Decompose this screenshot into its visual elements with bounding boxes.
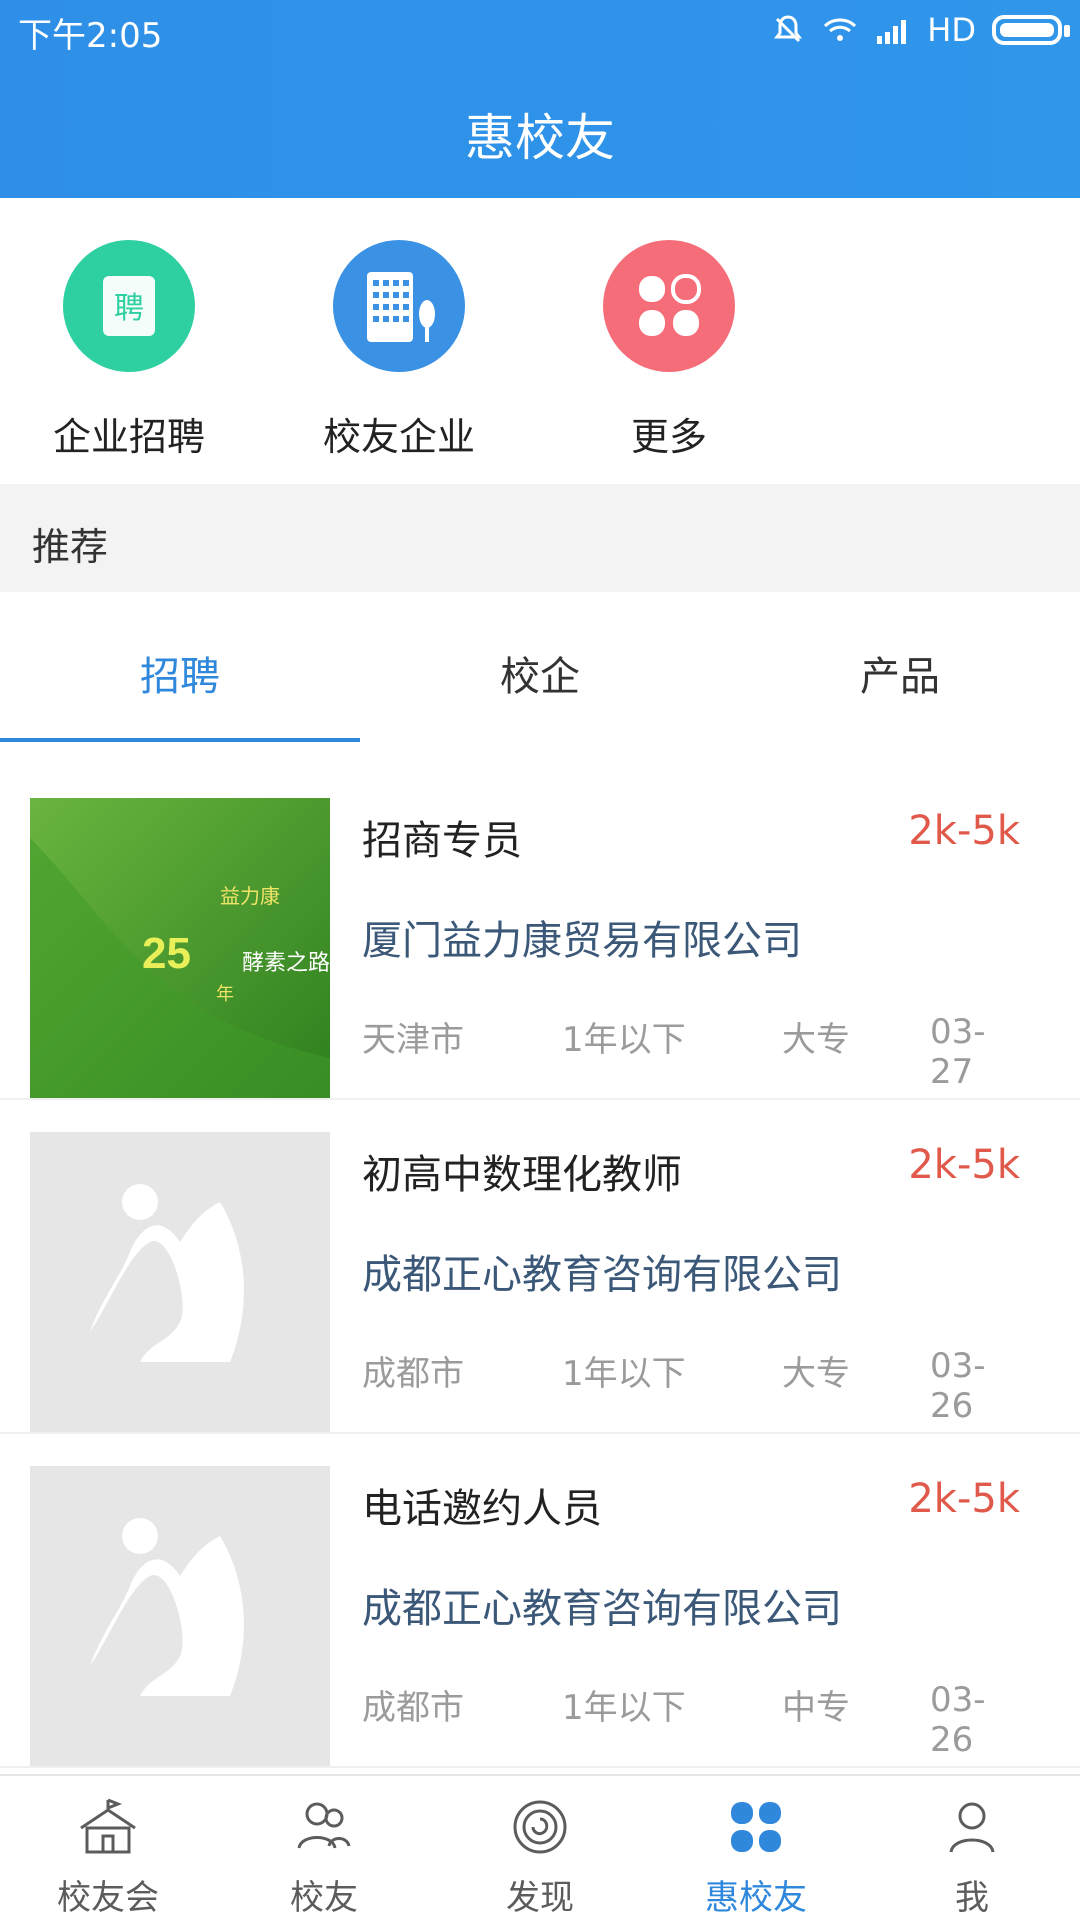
svg-text:聘: 聘 xyxy=(114,292,144,325)
job-salary: 2k-5k xyxy=(908,808,1020,854)
page-title: 惠校友 xyxy=(465,109,615,167)
thumb-text-4: 酵素之路 xyxy=(242,950,330,975)
job-list-item[interactable]: 初高中数理化教师 2k-5k 成都正心教育咨询有限公司 成都市 1年以下 大专 … xyxy=(0,1102,1080,1434)
thumb-text-1: 益力康 xyxy=(220,885,280,908)
quick-action-recruit[interactable]: 聘 企业招聘 xyxy=(14,240,244,461)
job-date: 03-26 xyxy=(930,1680,986,1760)
battery-icon xyxy=(992,15,1070,45)
job-experience: 1年以下 xyxy=(562,1354,686,1394)
company-name[interactable]: 成都正心教育咨询有限公司 xyxy=(362,1242,842,1300)
tab-recruit[interactable]: 招聘 xyxy=(0,644,360,702)
job-experience: 1年以下 xyxy=(562,1020,686,1060)
discover-icon xyxy=(513,1800,567,1854)
wifi-icon xyxy=(824,18,857,41)
profile-icon xyxy=(949,1802,995,1853)
job-title: 初高中数理化教师 xyxy=(362,1152,682,1198)
job-salary: 2k-5k xyxy=(908,1142,1020,1188)
tab-products[interactable]: 产品 xyxy=(720,644,1080,702)
placeholder-image-icon xyxy=(30,1466,330,1766)
job-education: 大专 xyxy=(782,1020,850,1060)
job-experience: 1年以下 xyxy=(562,1688,686,1728)
clover-icon xyxy=(731,1802,781,1852)
nav-discover[interactable]: 发现 xyxy=(432,1792,648,1919)
app-root: 下午2:05 HD 惠校友 聘 企业招聘 校友企业 更多 推荐 招聘 校企 产品… xyxy=(0,0,1080,1920)
job-title: 招商专员 xyxy=(362,818,522,864)
tab-bar: 招聘 校企 产品 xyxy=(0,592,1080,742)
top-header: 下午2:05 HD 惠校友 xyxy=(0,0,1080,198)
bottom-nav: 校友会 校友 发现 惠校友 我 xyxy=(0,1774,1080,1920)
section-title: 推荐 xyxy=(32,525,109,569)
recruit-icon: 聘 xyxy=(63,240,195,372)
nav-label: 惠校友 xyxy=(705,1878,807,1918)
job-education: 中专 xyxy=(782,1688,850,1728)
nav-alumni-association[interactable]: 校友会 xyxy=(0,1792,216,1919)
job-city: 成都市 xyxy=(362,1688,464,1728)
job-meta: 成都市 1年以下 大专 03-26 xyxy=(362,1346,1022,1426)
tab-school-enterprise[interactable]: 校企 xyxy=(360,644,720,702)
job-date: 03-27 xyxy=(930,1012,986,1092)
job-education: 大专 xyxy=(782,1354,850,1394)
recommend-section: 推荐 xyxy=(0,484,1080,592)
nav-label: 我 xyxy=(955,1878,989,1918)
alumni-icon xyxy=(297,1802,351,1849)
thumb-text-2: 25 xyxy=(142,929,191,978)
quick-action-more[interactable]: 更多 xyxy=(554,240,784,461)
quick-action-alumni-enterprise[interactable]: 校友企业 xyxy=(284,240,514,461)
quick-action-label: 校友企业 xyxy=(322,415,475,459)
mute-icon xyxy=(774,15,803,43)
nav-alumni[interactable]: 校友 xyxy=(216,1792,432,1919)
company-name[interactable]: 成都正心教育咨询有限公司 xyxy=(362,1576,842,1634)
signal-icon xyxy=(877,20,907,44)
job-city: 天津市 xyxy=(362,1020,464,1060)
more-icon xyxy=(603,240,735,372)
job-list-item[interactable]: 电话邀约人员 2k-5k 成都正心教育咨询有限公司 成都市 1年以下 中专 03… xyxy=(0,1436,1080,1768)
job-list: 益力康 25 年 酵素之路 招商专员 2k-5k 厦门益力康贸易有限公司 天津市… xyxy=(0,742,1080,1774)
job-meta: 成都市 1年以下 中专 03-26 xyxy=(362,1680,1022,1760)
placeholder-image-icon xyxy=(30,1132,330,1432)
job-salary: 2k-5k xyxy=(908,1476,1020,1522)
job-title: 电话邀约人员 xyxy=(362,1486,602,1532)
company-image: 益力康 25 年 酵素之路 xyxy=(30,798,330,1098)
school-icon xyxy=(80,1798,136,1854)
company-name[interactable]: 厦门益力康贸易有限公司 xyxy=(362,908,802,966)
quick-action-label: 更多 xyxy=(630,415,707,459)
job-date: 03-26 xyxy=(930,1346,986,1426)
quick-actions: 聘 企业招聘 校友企业 更多 xyxy=(0,198,1080,484)
nav-label: 校友 xyxy=(290,1878,358,1918)
nav-me[interactable]: 我 xyxy=(864,1792,1080,1919)
job-city: 成都市 xyxy=(362,1354,464,1394)
network-type: HD xyxy=(927,11,976,49)
job-meta: 天津市 1年以下 大专 03-27 xyxy=(362,1012,1022,1092)
status-icons: HD xyxy=(771,8,1070,52)
thumb-text-3: 年 xyxy=(216,984,234,1004)
nav-label: 发现 xyxy=(506,1878,574,1918)
quick-action-label: 企业招聘 xyxy=(52,415,205,459)
job-list-item[interactable]: 益力康 25 年 酵素之路 招商专员 2k-5k 厦门益力康贸易有限公司 天津市… xyxy=(0,768,1080,1100)
nav-label: 校友会 xyxy=(57,1878,159,1918)
status-time: 下午2:05 xyxy=(18,16,163,56)
building-icon xyxy=(333,240,465,372)
nav-hui-alumni[interactable]: 惠校友 xyxy=(648,1792,864,1919)
